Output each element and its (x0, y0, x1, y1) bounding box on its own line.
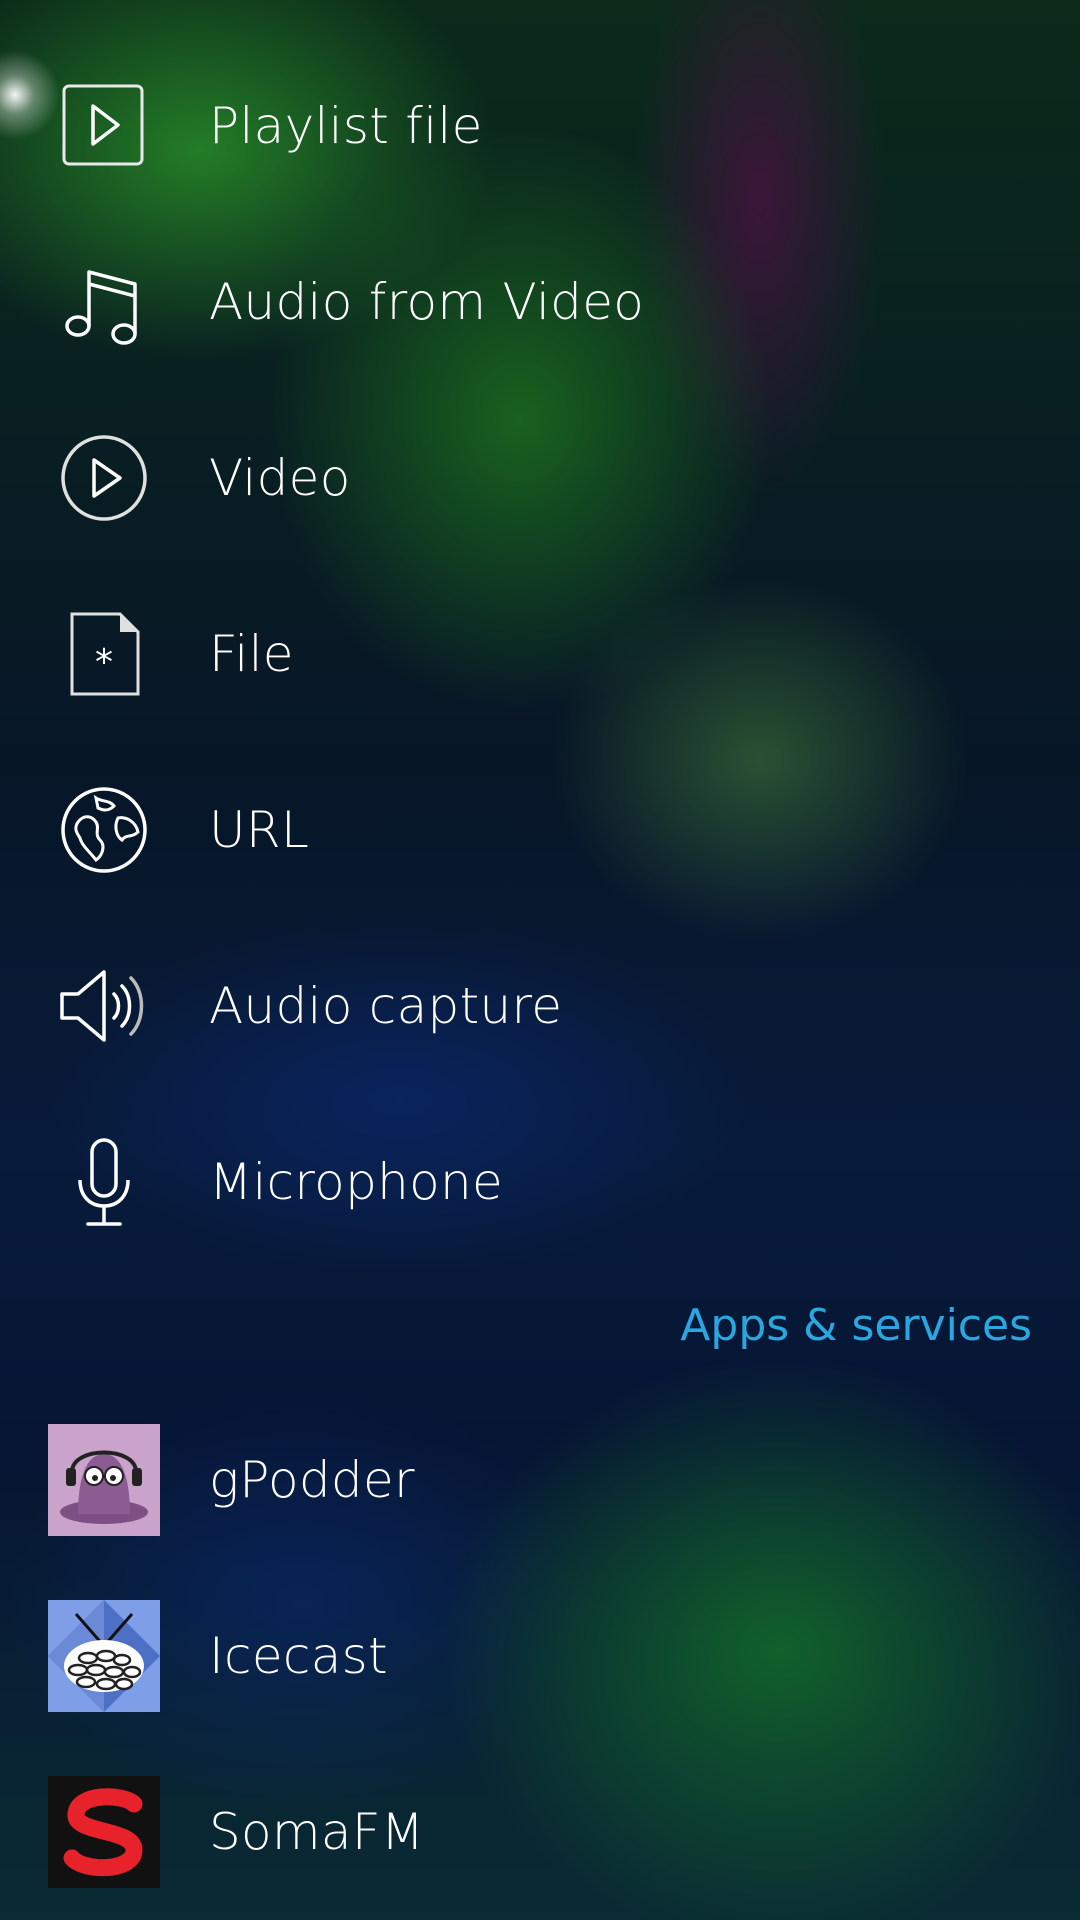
list-item-label: Microphone (209, 1153, 504, 1211)
speaker-icon (56, 958, 152, 1054)
list-item-label: Icecast (209, 1627, 388, 1685)
file-icon: * (56, 606, 152, 702)
list-item-label: Audio capture (209, 977, 563, 1035)
video-play-icon (56, 430, 152, 526)
globe-icon (56, 782, 152, 878)
list-item-playlist-file[interactable]: Playlist file (0, 38, 1080, 214)
list-item-audio-from-video[interactable]: Audio from Video (0, 214, 1080, 390)
list-item-label: Playlist file (209, 97, 483, 155)
list-item-audio-capture[interactable]: Audio capture (0, 918, 1080, 1094)
list-item-label: gPodder (209, 1451, 415, 1509)
music-note-icon (56, 254, 152, 350)
list-item-microphone[interactable]: Microphone (0, 1094, 1080, 1270)
list-item-label: SomaFM (209, 1803, 425, 1861)
apps-services-header: Apps & services (680, 1300, 1032, 1351)
list-item-url[interactable]: URL (0, 742, 1080, 918)
icecast-icon (48, 1600, 160, 1712)
list-item-file[interactable]: * File (0, 566, 1080, 742)
list-item-somafm[interactable]: SomaFM (0, 1744, 1080, 1920)
list-item-gpodder[interactable]: gPodder (0, 1392, 1080, 1568)
list-item-label: File (209, 625, 294, 683)
list-item-label: URL (209, 801, 310, 859)
gpodder-icon (48, 1424, 160, 1536)
playlist-file-icon (56, 78, 152, 174)
microphone-icon (56, 1134, 152, 1230)
list-item-video[interactable]: Video (0, 390, 1080, 566)
svg-text:*: * (95, 642, 113, 683)
list-item-icecast[interactable]: Icecast (0, 1568, 1080, 1744)
list-item-label: Video (209, 449, 351, 507)
somafm-icon (48, 1776, 160, 1888)
list-item-label: Audio from Video (209, 273, 645, 331)
